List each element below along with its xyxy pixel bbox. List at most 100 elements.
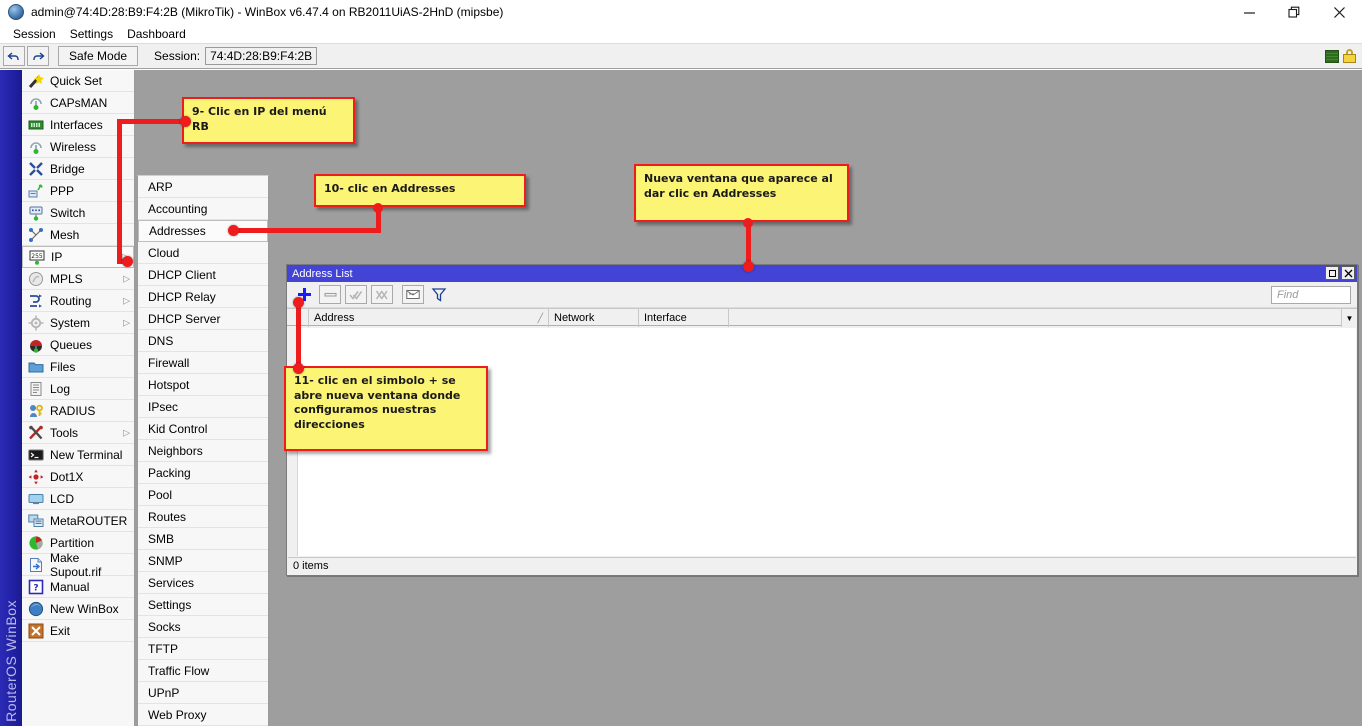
ip-submenu-item-label: Kid Control [148,422,207,436]
routeros-brand-strip: RouterOS WinBox [0,70,22,726]
sidebar-item-radius[interactable]: RADIUS [22,400,134,422]
sidebar-item-label: Wireless [50,140,96,154]
chevron-right-icon: ▷ [123,317,130,328]
chevron-right-icon: ▷ [123,295,130,306]
sidebar-item-lcd[interactable]: LCD [22,488,134,510]
filter-icon[interactable] [428,285,450,304]
ip-submenu-item-label: Routes [148,510,186,524]
column-header-network[interactable]: Network [549,309,639,327]
column-chooser-dropdown-icon[interactable]: ▼ [1341,309,1357,327]
ip-submenu-item-pool[interactable]: Pool [138,484,268,506]
ip-submenu-item-arp[interactable]: ARP [138,176,268,198]
sidebar-item-label: Quick Set [50,74,102,88]
main-toolbar: Safe Mode Session: 74:4D:28:B9:F4:2B [0,43,1362,69]
annotation-note-11: Nueva ventana que aparece al dar clic en… [634,164,849,222]
ip-submenu-item-hotspot[interactable]: Hotspot [138,374,268,396]
undo-button[interactable] [3,46,25,66]
find-input[interactable]: Find [1271,286,1351,304]
address-list-close-button[interactable] [1341,266,1355,280]
sidebar-item-routing[interactable]: Routing▷ [22,290,134,312]
session-value-field[interactable]: 74:4D:28:B9:F4:2B [205,47,317,65]
sidebar-item-queues[interactable]: Queues [22,334,134,356]
ip-submenu-item-cloud[interactable]: Cloud [138,242,268,264]
minimize-button[interactable] [1227,0,1272,24]
ip-submenu-item-label: DHCP Server [148,312,220,326]
leader-dot-note12-anchor [293,363,304,374]
ip-submenu-item-neighbors[interactable]: Neighbors [138,440,268,462]
ip-submenu-item-kid-control[interactable]: Kid Control [138,418,268,440]
close-button[interactable] [1317,0,1362,24]
ip-submenu-item-label: SMB [148,532,174,546]
leader-dot-note11-target [743,261,754,272]
annotation-note-12: 11- clic en el simbolo + se abre nueva v… [284,366,488,451]
sidebar-item-label: Exit [50,624,70,638]
ip-submenu-item-packing[interactable]: Packing [138,462,268,484]
ip-submenu-item-dhcp-client[interactable]: DHCP Client [138,264,268,286]
leader-line-note9-seg2 [117,119,122,264]
sidebar-item-new-terminal[interactable]: New Terminal [22,444,134,466]
ip-submenu-item-ipsec[interactable]: IPsec [138,396,268,418]
svg-text:255: 255 [31,253,43,260]
ip-submenu-item-tftp[interactable]: TFTP [138,638,268,660]
ip-submenu-item-settings[interactable]: Settings [138,594,268,616]
sidebar-item-files[interactable]: Files [22,356,134,378]
sidebar-item-manual[interactable]: ?Manual [22,576,134,598]
sidebar-item-label: System [50,316,90,330]
sidebar-item-dot1x[interactable]: Dot1X [22,466,134,488]
sidebar-item-metarouter[interactable]: MetaROUTER [22,510,134,532]
ip-submenu-item-web-proxy[interactable]: Web Proxy [138,704,268,726]
ip-submenu-item-accounting[interactable]: Accounting [138,198,268,220]
sidebar-item-label: Files [50,360,75,374]
routeros-brand-text: RouterOS WinBox [3,600,19,722]
address-list-title: Address List [292,268,353,280]
ip-submenu-item-socks[interactable]: Socks [138,616,268,638]
ip-submenu-item-services[interactable]: Services [138,572,268,594]
sidebar-item-make-supout-rif[interactable]: Make Supout.rif [22,554,134,576]
sidebar-item-system[interactable]: System ▷ [22,312,134,334]
ip-submenu-item-firewall[interactable]: Firewall [138,352,268,374]
sidebar-item-label: Bridge [50,162,85,176]
column-label-address: Address [314,312,354,324]
sidebar-item-log[interactable]: Log [22,378,134,400]
disable-address-button[interactable] [371,285,393,304]
address-list-maximize-button[interactable] [1325,266,1339,280]
ip-submenu-item-dns[interactable]: DNS [138,330,268,352]
safe-mode-button[interactable]: Safe Mode [58,46,138,66]
menu-settings[interactable]: Settings [63,26,120,42]
comment-icon[interactable] [402,285,424,304]
leader-line-note10-seg1 [233,228,381,233]
sidebar-item-capsman[interactable]: CAPsMAN [22,92,134,114]
exit-icon [28,623,44,639]
address-list-titlebar[interactable]: Address List [287,265,1357,282]
menubar: Session Settings Dashboard [0,24,1362,43]
ip-submenu-item-routes[interactable]: Routes [138,506,268,528]
column-header-address[interactable]: Address ╱ [309,309,549,327]
bridge-icon [28,161,44,177]
enable-address-button[interactable] [345,285,367,304]
folder-icon [28,359,44,375]
ip-submenu-item-smb[interactable]: SMB [138,528,268,550]
ip-submenu-item-snmp[interactable]: SNMP [138,550,268,572]
menu-dashboard[interactable]: Dashboard [120,26,193,42]
sidebar-item-new-winbox[interactable]: New WinBox [22,598,134,620]
maximize-restore-button[interactable] [1272,0,1317,24]
column-header-interface[interactable]: Interface [639,309,729,327]
remove-address-button[interactable] [319,285,341,304]
sidebar-item-mpls[interactable]: MPLS▷ [22,268,134,290]
sidebar-item-tools[interactable]: Tools▷ [22,422,134,444]
redo-button[interactable] [27,46,49,66]
sidebar-item-label: New WinBox [50,602,119,616]
sidebar-item-label: PPP [50,184,74,198]
ip-submenu-item-dhcp-relay[interactable]: DHCP Relay [138,286,268,308]
sidebar-item-exit[interactable]: Exit [22,620,134,642]
sidebar-item-label: Tools [50,426,78,440]
svg-text:?: ? [33,583,38,593]
sidebar-item-quick-set[interactable]: Quick Set [22,70,134,92]
menu-session[interactable]: Session [6,26,63,42]
ip-submenu-item-label: Packing [148,466,191,480]
ip-submenu-item-dhcp-server[interactable]: DHCP Server [138,308,268,330]
ip-submenu-item-upnp[interactable]: UPnP [138,682,268,704]
ip-submenu-item-traffic-flow[interactable]: Traffic Flow [138,660,268,682]
dot1x-icon [28,469,44,485]
ppp-icon [28,183,44,199]
